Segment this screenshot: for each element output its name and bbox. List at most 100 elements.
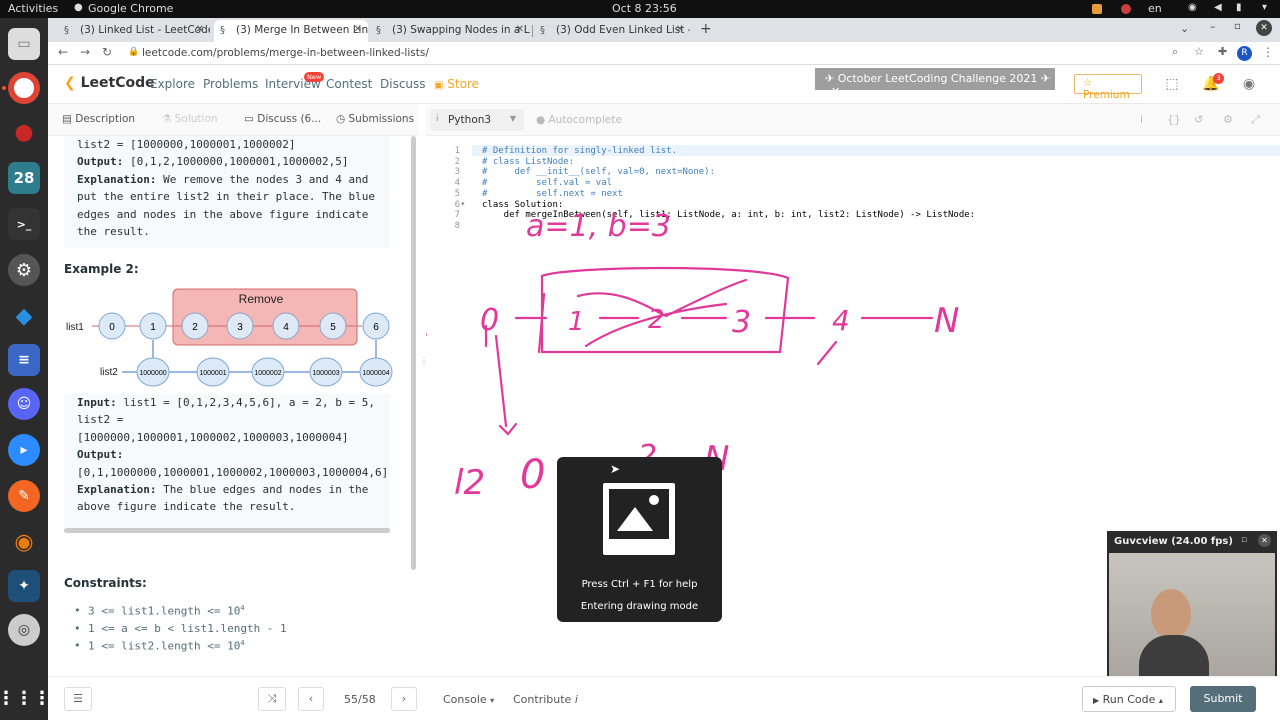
tab-description[interactable]: ▤ Description [62,113,135,125]
submit-button[interactable]: Submit [1190,686,1256,712]
leetcode-logo[interactable]: ❮ LeetCode [64,75,155,91]
blender-app-icon[interactable]: ◉ [8,526,40,558]
notes-app-icon[interactable]: ≡ [8,344,40,376]
nav-store[interactable]: ▣ Store [434,77,479,91]
tab-submissions[interactable]: ◷ Submissions [336,113,414,125]
wifi-icon[interactable]: ◉ [1188,2,1197,13]
example-line: the result. [77,225,150,239]
tab-solution[interactable]: ⚗ Solution [162,113,218,125]
fullscreen-icon[interactable]: ⤢ [1251,113,1260,127]
davinci-app-icon[interactable]: ✦ [8,570,40,602]
run-code-button[interactable]: ▶ Run Code ▴ [1082,686,1176,712]
nav-discuss[interactable]: Discuss [380,77,426,91]
list1-node-label: 1 [150,322,156,333]
settings-app-icon[interactable]: ⚙ [8,254,40,286]
horizontal-scrollbar[interactable] [64,528,390,533]
leetcode-favicon-icon: § [64,25,69,36]
challenge-banner[interactable]: ✈ October LeetCoding Challenge 2021 ✈ ✕ [815,68,1055,98]
example-line: [1000000,1000001,1000002,1000003,1000004… [77,430,349,444]
cherry-app-icon[interactable]: ● [8,116,40,148]
tab-linked-list[interactable]: § (3) Linked List - LeetCode ✕ [58,20,210,42]
zoom-icon[interactable]: ⌕ [1172,45,1178,59]
close-tab-icon[interactable]: ✕ [196,24,204,35]
reload-icon[interactable]: ↻ [102,45,112,59]
discord-app-icon[interactable]: ☺ [8,388,40,420]
tab-swapping-nodes[interactable]: § (3) Swapping Nodes in a L ✕ [370,20,530,42]
info-icon: i [574,693,578,706]
annotation-ab: a=1, b=3 [526,209,671,244]
description-scrollbar[interactable] [411,136,416,570]
bookmark-star-icon[interactable]: ☆ [1194,45,1204,58]
list1-label: list1 [66,322,84,333]
mouse-cursor-icon: ➤ [610,462,621,476]
webcam-minimize-icon[interactable]: – [1217,534,1222,545]
list2-node-label: 1000004 [362,370,389,377]
reset-code-icon[interactable]: ↺ [1194,113,1203,126]
tab-discuss[interactable]: ▭ Discuss (6... [244,113,321,125]
nav-contest[interactable]: Contest [326,77,372,91]
close-banner-icon[interactable]: ✕ [831,85,840,98]
close-tab-icon[interactable]: ✕ [676,24,684,35]
list2-node-label: 1000003 [312,370,339,377]
list2-node-label: 1000001 [199,370,226,377]
nav-problems[interactable]: Problems [203,77,258,91]
extensions-icon[interactable]: ✚ [1218,45,1227,58]
webcam-window[interactable]: Guvcview (24.00 fps) – ▫ ✕ [1107,531,1277,685]
tab-label: Description [75,113,136,125]
battery-icon[interactable]: ▮ [1236,2,1242,13]
record-icon[interactable] [1121,4,1131,14]
problem-list-icon[interactable]: ☰ [64,687,92,711]
store-icon: ▣ [434,80,444,91]
maximize-window-icon[interactable]: ▫ [1234,21,1241,32]
address-bar[interactable]: 🔒 leetcode.com/problems/merge-in-between… [124,44,1234,63]
tab-merge-in-between[interactable]: § (3) Merge In Between Lin ✕ [214,20,368,42]
webcam-maximize-icon[interactable]: ▫ [1241,535,1247,545]
language-indicator[interactable]: en [1148,2,1162,15]
zoom-app-icon[interactable]: ▸ [8,434,40,466]
close-window-icon[interactable]: ✕ [1256,20,1272,36]
profile-avatar[interactable]: R [1237,46,1252,61]
editor-info-icon[interactable]: i [1140,113,1143,126]
new-badge: New [304,72,325,82]
close-tab-icon[interactable]: ✕ [354,24,362,35]
new-tab-icon[interactable]: + [700,21,712,37]
power-menu-icon[interactable]: ▾ [1262,2,1267,13]
close-tab-icon[interactable]: ✕ [516,24,524,35]
code-format-icon[interactable]: {} [1167,113,1181,126]
files-app-icon[interactable]: ▭ [8,28,40,60]
activities-button[interactable]: Activities [8,2,58,15]
minimize-window-icon[interactable]: – [1210,20,1216,33]
console-toggle[interactable]: Console ▾ [443,693,494,706]
nav-explore[interactable]: Explore [150,77,195,91]
app-menu[interactable]: Google Chrome [88,2,173,15]
volume-icon[interactable]: ◀ [1214,2,1222,13]
webcam-close-icon[interactable]: ✕ [1258,534,1271,547]
chrome-app-icon[interactable] [8,72,40,104]
playground-icon[interactable]: ⬚ [1164,76,1180,92]
tray-app-icon[interactable] [1092,4,1102,14]
user-avatar-icon[interactable]: ◉ [1241,76,1257,92]
tab-search-icon[interactable]: ⌄ [1180,22,1189,35]
tab-odd-even[interactable]: § (3) Odd Even Linked List - ✕ [534,20,690,42]
next-problem-button[interactable]: › [391,687,417,711]
calendar-app-icon[interactable]: 28 [8,162,40,194]
postman-app-icon[interactable]: ✎ [8,480,40,512]
premium-button[interactable]: ☆ Premium [1074,74,1142,101]
terminal-app-icon[interactable]: >_ [8,208,40,240]
forward-icon[interactable]: → [80,45,90,59]
running-indicator [2,86,6,90]
webcam-app-icon[interactable]: ◎ [8,614,40,646]
chrome-menu-icon[interactable]: ⋮ [1262,45,1274,59]
browser-tab-strip: § (3) Linked List - LeetCode ✕ § (3) Mer… [48,18,1280,42]
language-select[interactable]: i Python3 ▼ [430,109,524,131]
clock[interactable]: Oct 8 23:56 [612,2,677,15]
prev-problem-button[interactable]: ‹ [298,687,324,711]
editor-settings-icon[interactable]: ⚙ [1223,113,1233,126]
autocomplete-toggle[interactable]: ● Autocomplete [536,114,622,126]
annotation-node: 1 [568,307,585,337]
back-icon[interactable]: ← [58,45,68,59]
vscode-app-icon[interactable]: ◆ [8,300,40,332]
contribute-button[interactable]: Contribute i [513,693,578,706]
show-apps-icon[interactable]: ⋮⋮⋮ [0,682,51,714]
random-problem-icon[interactable]: ⤨ [258,687,286,711]
